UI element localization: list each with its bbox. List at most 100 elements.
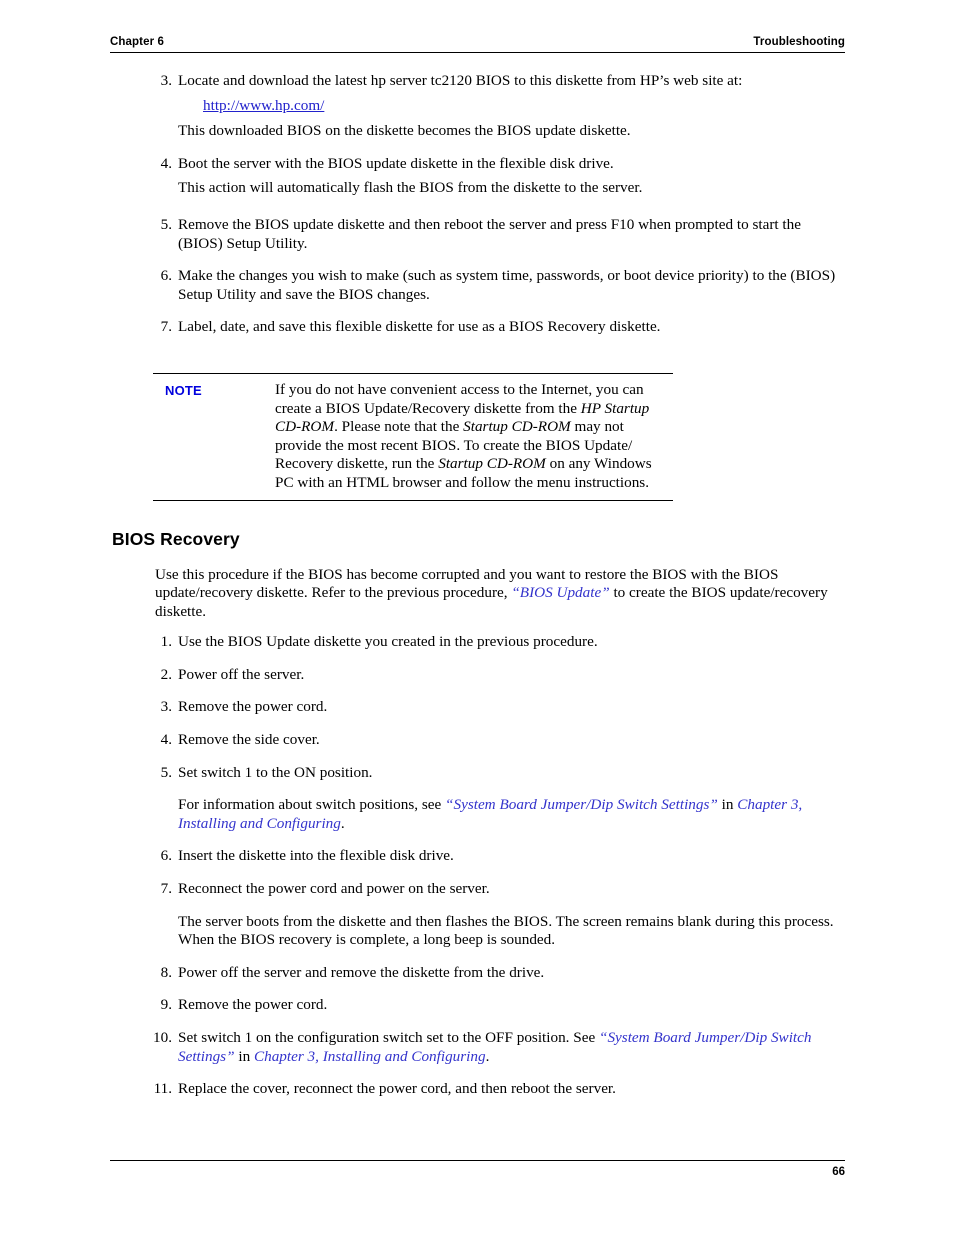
list-item: 5. Remove the BIOS update diskette and t… (0, 216, 954, 253)
bios-update-xref-link[interactable]: “BIOS Update” (511, 584, 609, 601)
list-item-number: 2. (160, 665, 172, 683)
note-callout: NOTE If you do not have convenient acces… (153, 372, 673, 501)
list-item: 3. Remove the power cord. (0, 698, 954, 717)
list-item-text: Locate and download the latest hp server… (178, 72, 743, 89)
note-line-3-italic-2: Startup CD-ROM (463, 418, 571, 436)
chapter3-xref-link[interactable]: Chapter 3, Installing and Configuring (254, 1048, 486, 1065)
note-body: If you do not have convenient access to … (275, 381, 673, 493)
list-item-number: 3. (160, 698, 172, 716)
list-item: 7. Label, date, and save this flexible d… (0, 318, 954, 337)
list-item-number: 5. (160, 215, 172, 233)
note-line-2-pre: create a BIOS Update/Recovery diskette f… (275, 399, 581, 417)
list-item: 1. Use the BIOS Update diskette you crea… (0, 633, 954, 652)
note-line-2-italic: HP Startup (580, 399, 650, 417)
note-line-5-pre: Recovery diskette, run the (275, 455, 439, 473)
list-item-text: Use the BIOS Update diskette you created… (178, 633, 598, 651)
item10-mid: in (234, 1047, 254, 1065)
note-line-5-italic: Startup CD-ROM (438, 455, 546, 473)
list-item-text: Set switch 1 on the configuration switch… (178, 1029, 599, 1046)
list-item: 5. Set switch 1 to the ON position. (0, 764, 954, 783)
list-item-text: Remove the power cord. (178, 996, 328, 1014)
downloaded-bios-note: This downloaded BIOS on the diskette bec… (178, 122, 631, 140)
list-item-number: 7. (160, 880, 172, 898)
list-item: 4. Boot the server with the BIOS update … (0, 155, 954, 174)
list-item-text: Remove the side cover. (178, 731, 320, 749)
list-item-number: 11. (153, 1080, 172, 1098)
page-footer: 66 (110, 1160, 845, 1178)
hp-url-line: http://www.hp.com/ (0, 97, 954, 116)
list-item-text: Power off the server. (178, 665, 305, 683)
list-item-text: Label, date, and save this flexible disk… (178, 318, 661, 336)
section-heading-bios-recovery: BIOS Recovery (112, 528, 240, 549)
list-item-number: 1. (160, 633, 172, 651)
switch-note-pre: For information about switch positions, … (178, 796, 446, 814)
header-section-label: Troubleshooting (753, 36, 845, 48)
page-number: 66 (832, 1166, 845, 1178)
page-header: Chapter 6 Troubleshooting (110, 36, 845, 53)
list-item-number: 10. (153, 1029, 172, 1046)
list-item-text: Insert the diskette into the flexible di… (178, 847, 454, 865)
list-item: 8. Power off the server and remove the d… (0, 964, 954, 983)
flash-bios-note: This action will automatically flash the… (178, 179, 643, 197)
item10-post: . (485, 1047, 490, 1065)
list-item: 7. Reconnect the power cord and power on… (0, 880, 954, 899)
switch-settings-xref-link[interactable]: “System Board Jumper/Dip Switch Settings… (445, 796, 718, 813)
list-item-number: 7. (160, 318, 172, 336)
list-item-text: Remove the power cord. (178, 698, 328, 716)
recovery-boot-note: The server boots from the diskette and t… (178, 912, 834, 949)
switch-note-post: . (340, 814, 345, 832)
list-item-text: Replace the cover, reconnect the power c… (178, 1080, 616, 1098)
list-item-number: 4. (160, 154, 172, 172)
switch-position-note: For information about switch positions, … (0, 796, 954, 833)
list-item: 6. Make the changes you wish to make (su… (0, 267, 954, 304)
list-item-number: 3. (160, 72, 172, 89)
switch-note-mid: in (717, 796, 738, 814)
note-line-3-post: may not (570, 418, 624, 436)
list-item-text: Boot the server with the BIOS update dis… (178, 154, 614, 172)
list-item-number: 4. (160, 731, 172, 749)
list-item: 9. Remove the power cord. (0, 996, 954, 1015)
list-item: 6. Insert the diskette into the flexible… (0, 847, 954, 866)
document-page: Chapter 6 Troubleshooting 3. Locate and … (0, 0, 954, 1235)
note-line-3-italic: CD-ROM (275, 418, 335, 436)
hp-website-link[interactable]: http://www.hp.com/ (203, 97, 324, 114)
list-item: 2. Power off the server. (0, 666, 954, 685)
note-line-4: provide the most recent BIOS. To create … (275, 436, 633, 454)
list-item-text: Power off the server and remove the disk… (178, 963, 545, 981)
list-item-number: 5. (160, 763, 172, 781)
list-item: 3. Locate and download the latest hp ser… (0, 72, 954, 91)
note-label: NOTE (165, 382, 202, 398)
list-item-number: 8. (160, 963, 172, 981)
list-item-text: Make the changes you wish to make (such … (178, 267, 836, 303)
list-item-number: 9. (160, 996, 172, 1014)
list-item-text: Reconnect the power cord and power on th… (178, 880, 490, 898)
list-item: 10. Set switch 1 on the configuration sw… (0, 1029, 954, 1066)
header-chapter-label: Chapter 6 (110, 36, 164, 48)
note-line-6: PC with an HTML browser and follow the m… (275, 473, 650, 491)
list-item-text: Remove the BIOS update diskette and then… (178, 215, 801, 252)
list-item-text: Set switch 1 to the ON position. (178, 763, 373, 781)
list-item-number: 6. (160, 267, 172, 285)
list-item: 4. Remove the side cover. (0, 731, 954, 750)
page-content: 3. Locate and download the latest hp ser… (0, 72, 954, 1105)
